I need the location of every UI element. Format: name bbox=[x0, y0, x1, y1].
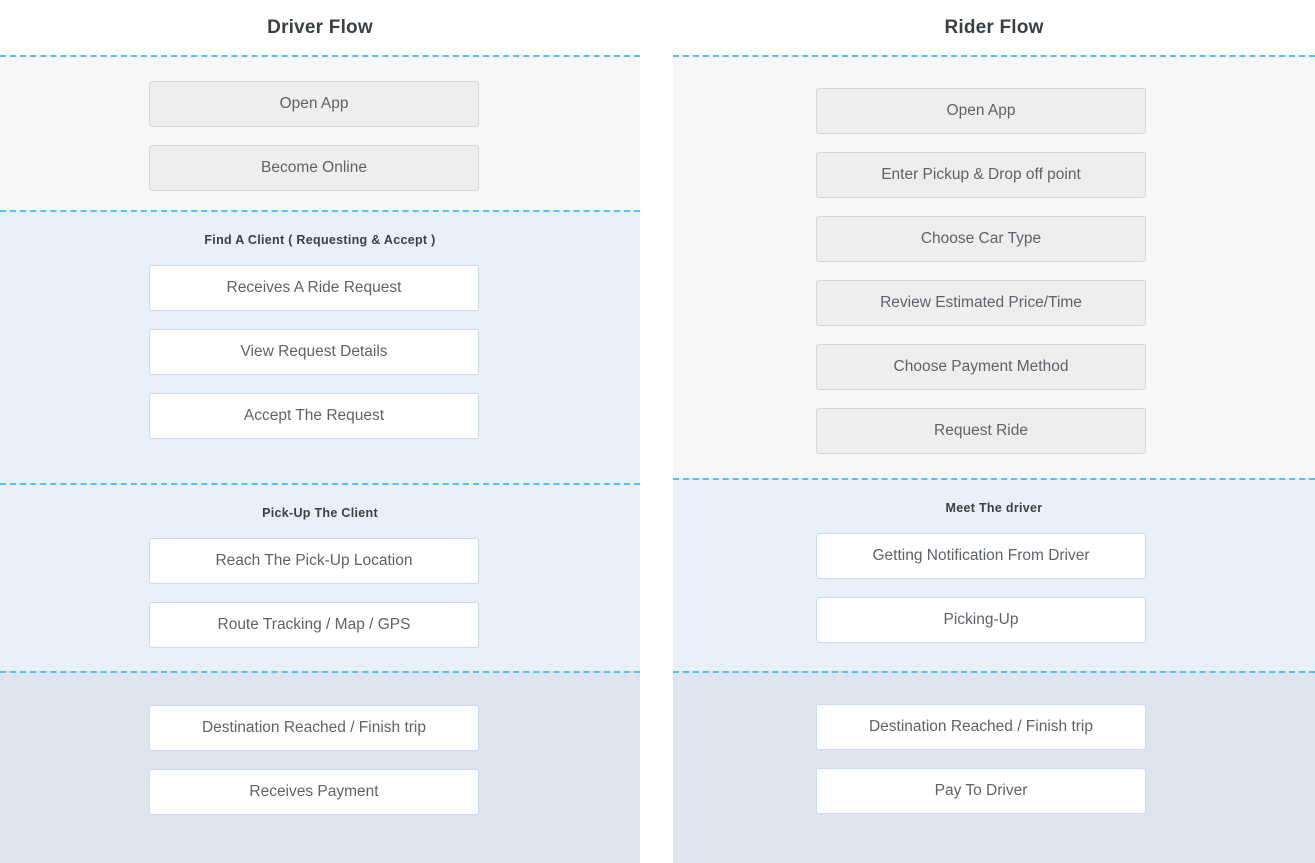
node-row: Route Tracking / Map / GPS bbox=[0, 602, 640, 648]
node-row: Choose Payment Method bbox=[673, 344, 1315, 390]
node-row: Choose Car Type bbox=[673, 216, 1315, 262]
node-reach-the-pick-up-location[interactable]: Reach The Pick-Up Location bbox=[149, 538, 479, 584]
node-row: Request Ride bbox=[673, 408, 1315, 454]
node-row: Receives A Ride Request bbox=[0, 265, 640, 311]
node-destination-reached-finish-trip[interactable]: Destination Reached / Finish trip bbox=[816, 704, 1146, 750]
node-receives-payment[interactable]: Receives Payment bbox=[149, 769, 479, 815]
rider-flow-title: Rider Flow bbox=[944, 17, 1044, 38]
node-route-tracking-map-gps[interactable]: Route Tracking / Map / GPS bbox=[149, 602, 479, 648]
node-open-app[interactable]: Open App bbox=[816, 88, 1146, 134]
node-receives-a-ride-request[interactable]: Receives A Ride Request bbox=[149, 265, 479, 311]
driver-stage-find-a-client: Find A Client ( Requesting & Accept ) Re… bbox=[0, 210, 640, 483]
node-request-ride[interactable]: Request Ride bbox=[816, 408, 1146, 454]
driver-flow-column: Driver Flow Open App Become Online Find … bbox=[0, 0, 640, 863]
rider-stage-request-ride: Open App Enter Pickup & Drop off point C… bbox=[673, 55, 1315, 478]
node-open-app[interactable]: Open App bbox=[149, 81, 479, 127]
node-row: Enter Pickup & Drop off point bbox=[673, 152, 1315, 198]
node-getting-notification-from-driver[interactable]: Getting Notification From Driver bbox=[816, 533, 1146, 579]
node-row: Become Online bbox=[0, 145, 640, 191]
node-picking-up[interactable]: Picking-Up bbox=[816, 597, 1146, 643]
node-view-request-details[interactable]: View Request Details bbox=[149, 329, 479, 375]
node-row: Picking-Up bbox=[673, 597, 1315, 643]
node-become-online[interactable]: Become Online bbox=[149, 145, 479, 191]
node-row: Pay To Driver bbox=[673, 768, 1315, 814]
driver-stage-pick-up-the-client-label: Pick-Up The Client bbox=[262, 506, 378, 520]
node-row: Open App bbox=[0, 81, 640, 127]
node-pay-to-driver[interactable]: Pay To Driver bbox=[816, 768, 1146, 814]
rider-stage-meet-the-driver: Meet The driver Getting Notification Fro… bbox=[673, 478, 1315, 671]
driver-stage-finish-trip: Destination Reached / Finish trip Receiv… bbox=[0, 671, 640, 863]
node-review-estimated-price-time[interactable]: Review Estimated Price/Time bbox=[816, 280, 1146, 326]
node-choose-car-type[interactable]: Choose Car Type bbox=[816, 216, 1146, 262]
node-row: Review Estimated Price/Time bbox=[673, 280, 1315, 326]
node-choose-payment-method[interactable]: Choose Payment Method bbox=[816, 344, 1146, 390]
node-destination-reached-finish-trip[interactable]: Destination Reached / Finish trip bbox=[149, 705, 479, 751]
node-enter-pickup-dropoff-point[interactable]: Enter Pickup & Drop off point bbox=[816, 152, 1146, 198]
rider-stage-meet-the-driver-label: Meet The driver bbox=[945, 501, 1043, 515]
node-row: Accept The Request bbox=[0, 393, 640, 439]
driver-stage-pick-up-the-client: Pick-Up The Client Reach The Pick-Up Loc… bbox=[0, 483, 640, 671]
driver-flow-title: Driver Flow bbox=[267, 17, 373, 38]
driver-stage-open-app: Open App Become Online bbox=[0, 55, 640, 210]
node-row: Destination Reached / Finish trip bbox=[0, 705, 640, 751]
rider-flow-column: Rider Flow Open App Enter Pickup & Drop … bbox=[673, 0, 1315, 863]
node-row: Receives Payment bbox=[0, 769, 640, 815]
node-row: Getting Notification From Driver bbox=[673, 533, 1315, 579]
rider-stage-finish-trip: Destination Reached / Finish trip Pay To… bbox=[673, 671, 1315, 863]
node-row: Open App bbox=[673, 88, 1315, 134]
flow-board: Driver Flow Open App Become Online Find … bbox=[0, 0, 1315, 863]
node-accept-the-request[interactable]: Accept The Request bbox=[149, 393, 479, 439]
node-row: Destination Reached / Finish trip bbox=[673, 704, 1315, 750]
node-row: Reach The Pick-Up Location bbox=[0, 538, 640, 584]
node-row: View Request Details bbox=[0, 329, 640, 375]
driver-stage-find-a-client-label: Find A Client ( Requesting & Accept ) bbox=[204, 233, 436, 247]
